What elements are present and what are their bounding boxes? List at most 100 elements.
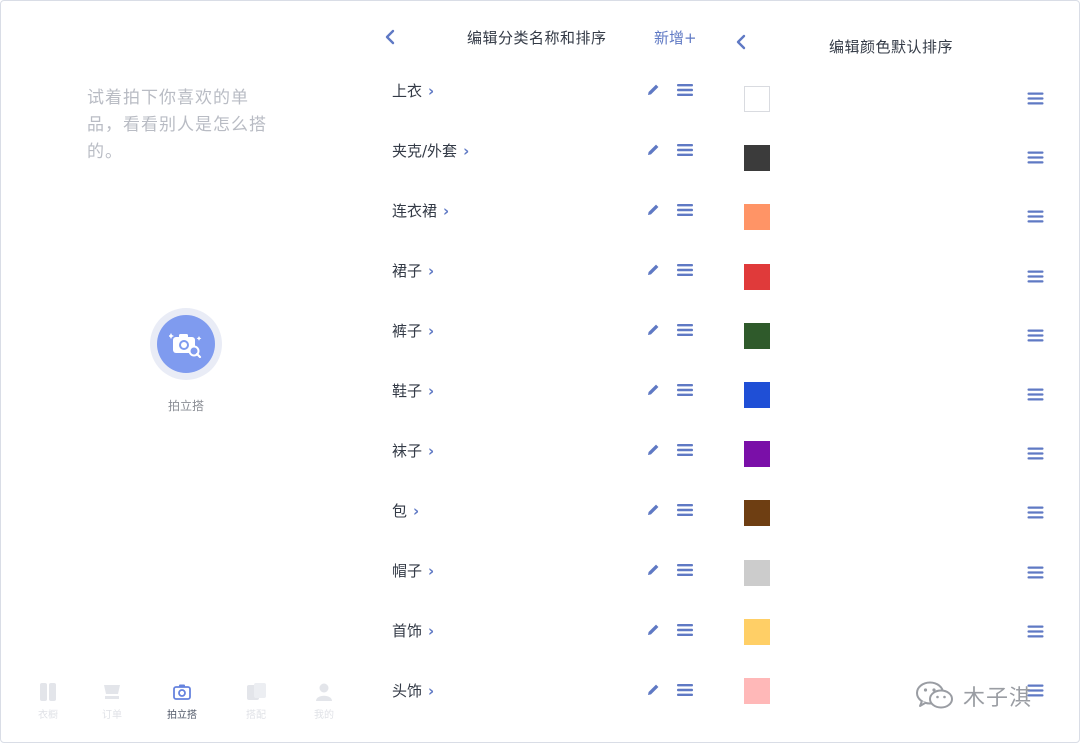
category-label[interactable]: 鞋子 › — [392, 380, 434, 401]
color-swatch-row[interactable] — [724, 82, 1080, 122]
color-swatch — [744, 264, 770, 290]
tab-orders[interactable]: 订单 — [82, 682, 142, 721]
pencil-icon[interactable] — [645, 382, 661, 398]
color-swatch-row[interactable] — [724, 496, 1080, 536]
category-row[interactable]: 首饰 › — [362, 611, 722, 651]
pencil-icon[interactable] — [645, 202, 661, 218]
pencil-icon[interactable] — [645, 322, 661, 338]
drag-handle-icon[interactable] — [676, 263, 694, 277]
tab-profile[interactable]: 我的 — [294, 682, 354, 721]
color-swatch — [744, 619, 770, 645]
pencil-icon[interactable] — [645, 262, 661, 278]
category-row[interactable]: 裤子 › — [362, 311, 722, 351]
category-name: 帽子 — [392, 562, 423, 580]
pencil-icon[interactable] — [645, 502, 661, 518]
category-name: 裤子 — [392, 322, 423, 340]
drag-handle-icon[interactable] — [1027, 506, 1044, 519]
person-icon — [316, 683, 332, 701]
wechat-icon — [916, 681, 953, 709]
color-swatch — [744, 678, 770, 704]
drag-handle-icon[interactable] — [676, 83, 694, 97]
back-button[interactable] — [736, 34, 746, 55]
color-swatch-row[interactable] — [724, 200, 1080, 240]
drag-handle-icon[interactable] — [1027, 270, 1044, 283]
drag-handle-icon[interactable] — [1027, 92, 1044, 105]
drag-handle-icon[interactable] — [1027, 210, 1044, 223]
pencil-icon[interactable] — [645, 622, 661, 638]
shoot-button[interactable] — [157, 315, 215, 373]
category-name: 袜子 — [392, 442, 423, 460]
category-name: 连衣裙 — [392, 202, 438, 220]
tab-label: 衣橱 — [38, 710, 58, 721]
color-swatch-row[interactable] — [724, 319, 1080, 359]
category-name: 包 — [392, 502, 408, 520]
pencil-icon[interactable] — [645, 442, 661, 458]
drag-handle-icon[interactable] — [676, 203, 694, 217]
category-label[interactable]: 首饰 › — [392, 620, 434, 641]
pencil-icon[interactable] — [645, 82, 661, 98]
drag-handle-icon[interactable] — [1027, 388, 1044, 401]
color-swatch-row[interactable] — [724, 437, 1080, 477]
chevron-right-icon: › — [428, 262, 435, 280]
pencil-icon[interactable] — [645, 682, 661, 698]
drag-handle-icon[interactable] — [676, 623, 694, 637]
page-title: 编辑颜色默认排序 — [829, 38, 954, 56]
category-label[interactable]: 包 › — [392, 500, 419, 521]
add-category-button[interactable]: 新增+ — [654, 27, 697, 48]
category-label[interactable]: 上衣 › — [392, 80, 434, 101]
color-swatch-row[interactable] — [724, 260, 1080, 300]
category-row[interactable]: 夹克/外套 › — [362, 131, 722, 171]
outfit-icon — [247, 683, 266, 700]
drag-handle-icon[interactable] — [676, 323, 694, 337]
pencil-icon[interactable] — [645, 562, 661, 578]
category-label[interactable]: 帽子 › — [392, 560, 434, 581]
color-swatch-row[interactable] — [724, 556, 1080, 596]
category-row[interactable]: 头饰 › — [362, 671, 722, 711]
drag-handle-icon[interactable] — [1027, 447, 1044, 460]
category-label[interactable]: 裤子 › — [392, 320, 434, 341]
camera-icon — [173, 684, 191, 700]
color-swatch — [744, 86, 770, 112]
category-name: 夹克/外套 — [392, 142, 458, 160]
category-label[interactable]: 裙子 › — [392, 260, 434, 281]
category-row[interactable]: 鞋子 › — [362, 371, 722, 411]
shoot-button-label: 拍立搭 — [167, 399, 204, 413]
category-label[interactable]: 头饰 › — [392, 680, 434, 701]
color-swatch-row[interactable] — [724, 141, 1080, 181]
category-row[interactable]: 袜子 › — [362, 431, 722, 471]
category-row[interactable]: 上衣 › — [362, 71, 722, 111]
chevron-right-icon: › — [428, 442, 435, 460]
color-swatch — [744, 382, 770, 408]
category-label[interactable]: 袜子 › — [392, 440, 434, 461]
tab-wardrobe[interactable]: 衣橱 — [18, 682, 78, 721]
color-swatch-row[interactable] — [724, 615, 1080, 655]
category-label[interactable]: 夹克/外套 › — [392, 140, 469, 161]
back-button[interactable] — [384, 27, 396, 51]
drag-handle-icon[interactable] — [1027, 625, 1044, 638]
tab-label: 拍立搭 — [167, 710, 197, 721]
color-swatch — [744, 500, 770, 526]
pencil-icon[interactable] — [645, 142, 661, 158]
color-swatch-row[interactable] — [724, 378, 1080, 418]
shoot-button-ring[interactable] — [150, 308, 222, 380]
drag-handle-icon[interactable] — [676, 143, 694, 157]
drag-handle-icon[interactable] — [676, 443, 694, 457]
category-row[interactable]: 裙子 › — [362, 251, 722, 291]
tab-outfits[interactable]: 搭配 — [226, 682, 286, 721]
chevron-left-icon — [385, 29, 395, 45]
drag-handle-icon[interactable] — [1027, 151, 1044, 164]
category-row[interactable]: 帽子 › — [362, 551, 722, 591]
category-label[interactable]: 连衣裙 › — [392, 200, 449, 221]
camera-search-icon — [169, 333, 202, 358]
drag-handle-icon[interactable] — [676, 503, 694, 517]
category-row[interactable]: 包 › — [362, 491, 722, 531]
drag-handle-icon[interactable] — [676, 563, 694, 577]
drag-handle-icon[interactable] — [1027, 566, 1044, 579]
drag-handle-icon[interactable] — [1027, 329, 1044, 342]
tab-label: 我的 — [314, 710, 334, 721]
drag-handle-icon[interactable] — [676, 383, 694, 397]
drag-handle-icon[interactable] — [676, 683, 694, 697]
category-row[interactable]: 连衣裙 › — [362, 191, 722, 231]
tab-shoot-match[interactable]: 拍立搭 — [152, 682, 212, 721]
shoot-match-screen: 试着拍下你喜欢的单品，看看别人是怎么搭的。 拍立搭 衣橱 订单 拍立搭 搭配 我… — [0, 0, 360, 743]
